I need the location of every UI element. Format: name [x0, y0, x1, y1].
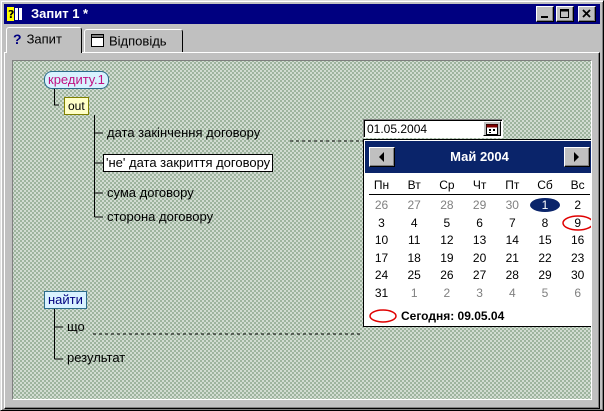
maximize-button[interactable]: [556, 6, 574, 22]
calendar-day[interactable]: 4: [398, 215, 431, 231]
calendar-month-title: Май 2004: [450, 149, 509, 164]
calendar-day[interactable]: 30: [561, 267, 591, 283]
field-close-date-negated[interactable]: 'не' дата закриття договору: [103, 154, 274, 172]
today-row[interactable]: Сегодня: 09.05.04: [369, 307, 591, 325]
calendar-icon: [486, 124, 498, 135]
date-input[interactable]: 01.05.2004: [363, 119, 503, 138]
calendar-day[interactable]: 5: [529, 285, 562, 301]
maximize-icon: [560, 9, 569, 18]
weekday-header: Вс: [570, 178, 585, 192]
calendar-header: Май 2004: [365, 141, 591, 173]
query-panel: кредиту.1 out дата закінчення договору '…: [4, 52, 600, 409]
weekday-header: Пт: [505, 178, 520, 192]
today-circle-icon: [369, 309, 397, 323]
prev-month-button[interactable]: [369, 147, 395, 167]
weekday-header: Ср: [439, 178, 455, 192]
next-month-button[interactable]: [564, 147, 590, 167]
calendar-day[interactable]: 6: [463, 215, 496, 231]
calendar-day[interactable]: 6: [561, 285, 591, 301]
calendar-day[interactable]: 4: [496, 285, 529, 301]
table-icon: [91, 34, 104, 48]
calendar-day[interactable]: 29: [529, 267, 562, 283]
window-title: Запит 1 *: [31, 6, 89, 21]
calendar-dropdown-button[interactable]: [483, 121, 501, 136]
calendar-day[interactable]: 2: [430, 285, 463, 301]
calendar-day[interactable]: 3: [365, 215, 398, 231]
calendar-day[interactable]: 25: [398, 267, 431, 283]
calendar-day[interactable]: 29: [463, 197, 496, 213]
calendar-day[interactable]: 20: [463, 250, 496, 266]
calendar-day[interactable]: 13: [463, 232, 496, 248]
out-node[interactable]: out: [64, 97, 89, 115]
calendar-day[interactable]: 21: [496, 250, 529, 266]
tab-query-label: Запит: [26, 31, 62, 47]
today-label: Сегодня: 09.05.04: [401, 309, 505, 323]
calendar-day[interactable]: 31: [365, 285, 398, 301]
field-end-date[interactable]: дата закінчення договору: [107, 125, 260, 140]
calendar-day[interactable]: 12: [430, 232, 463, 248]
find-node[interactable]: найти: [44, 291, 87, 309]
calendar-day[interactable]: 23: [561, 250, 591, 266]
calendar-day[interactable]: 11: [398, 232, 431, 248]
tab-answer-label: Відповідь: [109, 33, 167, 49]
entity-node[interactable]: кредиту.1: [44, 71, 109, 89]
question-mark-icon: ?: [13, 31, 22, 47]
date-value: 01.05.2004: [367, 122, 428, 136]
find-field-result[interactable]: результат: [67, 350, 125, 365]
calendar-day[interactable]: 28: [430, 197, 463, 213]
close-icon: [582, 9, 591, 18]
calendar-day[interactable]: 17: [365, 250, 398, 266]
calendar-day[interactable]: 1: [398, 285, 431, 301]
app-icon: ?: [7, 7, 22, 21]
calendar-day[interactable]: 10: [365, 232, 398, 248]
app-window: ? Запит 1 * ? Запит Відповідь кредиту.1 …: [0, 0, 604, 411]
weekday-header: Пн: [373, 178, 390, 192]
find-field-what[interactable]: що: [67, 319, 85, 334]
calendar-day[interactable]: 26: [365, 197, 398, 213]
calendar-day[interactable]: 1: [529, 197, 562, 213]
calendar-day[interactable]: 28: [496, 267, 529, 283]
calendar-day[interactable]: 8: [529, 215, 562, 231]
calendar-day[interactable]: 14: [496, 232, 529, 248]
arrow-left-icon: [379, 152, 384, 162]
minimize-icon: [541, 16, 548, 18]
calendar-divider: [369, 194, 590, 195]
calendar-day[interactable]: 30: [496, 197, 529, 213]
query-canvas[interactable]: кредиту.1 out дата закінчення договору '…: [12, 60, 592, 400]
calendar-day[interactable]: 26: [430, 267, 463, 283]
arrow-right-icon: [574, 152, 579, 162]
calendar-day[interactable]: 16: [561, 232, 591, 248]
calendar-day[interactable]: 24: [365, 267, 398, 283]
minimize-button[interactable]: [536, 6, 554, 22]
calendar-day[interactable]: 7: [496, 215, 529, 231]
calendar-day[interactable]: 2: [561, 197, 591, 213]
calendar-day[interactable]: 19: [430, 250, 463, 266]
field-party[interactable]: сторона договору: [107, 209, 213, 224]
calendar-day[interactable]: 9: [561, 215, 591, 231]
calendar-day[interactable]: 15: [529, 232, 562, 248]
calendar-popup: Май 2004 Сегодня: 09.05.04 Пн Вт Ср Чт Пт Сб В…: [363, 139, 591, 327]
calendar-day[interactable]: 3: [463, 285, 496, 301]
calendar-day[interactable]: 5: [430, 215, 463, 231]
calendar-day[interactable]: 22: [529, 250, 562, 266]
close-button[interactable]: [578, 6, 596, 22]
calendar-day[interactable]: 27: [463, 267, 496, 283]
svg-text:?: ?: [8, 8, 14, 21]
weekday-header: Чт: [472, 178, 487, 192]
calendar-day[interactable]: 18: [398, 250, 431, 266]
tab-answer[interactable]: Відповідь: [84, 29, 183, 52]
weekday-header: Вт: [407, 178, 421, 192]
tab-query[interactable]: ? Запит: [6, 27, 82, 53]
field-amount[interactable]: сума договору: [107, 185, 194, 200]
title-bar[interactable]: ? Запит 1 *: [4, 4, 600, 24]
tab-bar: ? Запит Відповідь: [4, 27, 600, 53]
calendar-day[interactable]: 27: [398, 197, 431, 213]
weekday-header: Сб: [537, 178, 553, 192]
